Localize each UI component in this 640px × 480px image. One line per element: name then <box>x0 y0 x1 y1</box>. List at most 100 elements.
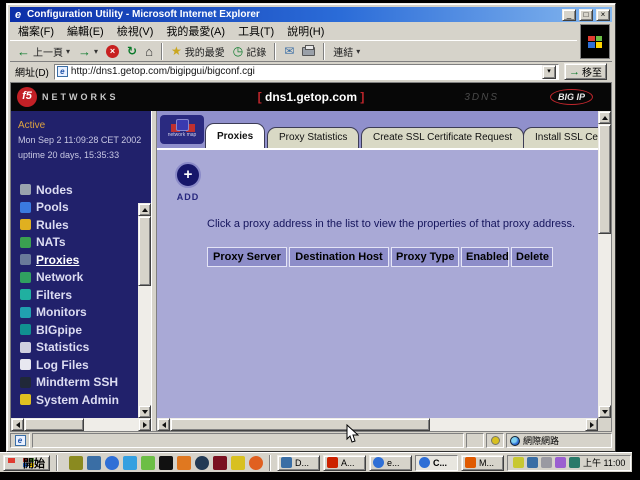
history-button[interactable]: ◷ 記錄 <box>230 42 269 61</box>
main-vertical-scrollbar[interactable] <box>598 111 611 418</box>
quicklaunch-icon-7[interactable] <box>177 456 191 470</box>
sidebar-item-nats[interactable]: NATs <box>20 234 138 252</box>
taskbar-window-button-4-active[interactable]: C... <box>415 455 458 471</box>
scroll-down-icon[interactable] <box>138 405 151 418</box>
scroll-down-icon[interactable] <box>598 405 611 418</box>
history-label: 記錄 <box>246 44 266 59</box>
menu-favorites[interactable]: 我的最愛(A) <box>166 23 225 39</box>
back-button[interactable]: ← 上一頁 ▾ <box>14 42 73 61</box>
quicklaunch-icon-4[interactable] <box>123 456 137 470</box>
tray-icon-3[interactable] <box>541 457 552 468</box>
home-button[interactable]: ⌂ <box>142 42 156 61</box>
sidebar-item-system-admin[interactable]: System Admin <box>20 391 138 409</box>
sidebar-item-log-files[interactable]: Log Files <box>20 356 138 374</box>
add-button[interactable]: + <box>175 162 201 188</box>
scrollbar-thumb[interactable] <box>598 124 611 234</box>
menu-edit[interactable]: 編輯(E) <box>67 23 104 39</box>
scroll-right-icon[interactable] <box>138 418 151 431</box>
maximize-button[interactable]: □ <box>579 9 593 21</box>
sidebar-item-statistics[interactable]: Statistics <box>20 339 138 357</box>
print-button[interactable] <box>299 42 318 61</box>
windows-logo-icon <box>588 36 602 48</box>
column-header-proxy-type[interactable]: Proxy Type <box>391 247 459 267</box>
favorites-button[interactable]: ★ 我的最愛 <box>168 42 228 61</box>
sidebar: Active Mon Sep 2 11:09:28 CET 2002 uptim… <box>11 111 151 418</box>
menu-file[interactable]: 檔案(F) <box>18 23 54 39</box>
network-map-button[interactable]: network map <box>160 115 204 144</box>
column-header-delete[interactable]: Delete <box>511 247 553 267</box>
quicklaunch-icon-6[interactable] <box>159 456 173 470</box>
scroll-left-icon[interactable] <box>11 418 24 431</box>
taskbar-window-button-1[interactable]: D... <box>277 455 320 471</box>
tray-icon-5[interactable] <box>569 457 580 468</box>
taskbar-window-button-2[interactable]: A... <box>323 455 366 471</box>
address-dropdown-icon[interactable]: ▾ <box>542 65 556 79</box>
sidebar-item-mindterm-ssh[interactable]: Mindterm SSH <box>20 374 138 392</box>
quicklaunch-icon-11[interactable] <box>249 456 263 470</box>
quicklaunch-icon-2[interactable] <box>87 456 101 470</box>
title-bar[interactable]: e Configuration Utility - Microsoft Inte… <box>10 7 612 22</box>
quicklaunch-icon-1[interactable] <box>69 456 83 470</box>
column-header-destination-host[interactable]: Destination Host <box>289 247 389 267</box>
sidebar-item-filters[interactable]: Filters <box>20 286 138 304</box>
menu-tools[interactable]: 工具(T) <box>238 23 274 39</box>
tab-create-ssl-certificate-request[interactable]: Create SSL Certificate Request <box>361 127 524 148</box>
menu-help[interactable]: 說明(H) <box>287 23 324 39</box>
close-button[interactable]: × <box>596 9 610 21</box>
tray-icon-1[interactable] <box>513 457 524 468</box>
mail-button[interactable]: ✉ <box>281 42 297 61</box>
sidebar-horizontal-scrollbar[interactable] <box>11 418 151 431</box>
quicklaunch-icon-10[interactable] <box>231 456 245 470</box>
app-icon <box>281 457 292 468</box>
app-icon <box>373 457 384 468</box>
sidebar-vertical-scrollbar[interactable] <box>138 203 151 418</box>
statistics-icon <box>20 342 31 353</box>
quicklaunch-icon-9[interactable] <box>213 456 227 470</box>
tab-proxy-statistics[interactable]: Proxy Statistics <box>267 127 359 148</box>
address-input[interactable] <box>71 66 539 77</box>
window-title: Configuration Utility - Microsoft Intern… <box>27 9 559 20</box>
scrollbar-thumb[interactable] <box>170 418 430 431</box>
main-horizontal-scrollbar[interactable] <box>157 418 598 431</box>
stop-button[interactable]: × <box>103 42 122 61</box>
monitors-icon <box>20 307 31 318</box>
quicklaunch-icon-3[interactable] <box>105 456 119 470</box>
tab-install-ssl-certificate[interactable]: Install SSL Certif <box>523 127 598 148</box>
back-dropdown-icon: ▾ <box>66 47 70 56</box>
links-label: 連結 <box>333 44 353 59</box>
go-button[interactable]: → 移至 <box>564 63 607 80</box>
sidebar-item-bigpipe[interactable]: BIGpipe <box>20 321 138 339</box>
sidebar-item-proxies[interactable]: Proxies <box>20 251 138 269</box>
quicklaunch-icon-8[interactable] <box>195 456 209 470</box>
sidebar-item-pools[interactable]: Pools <box>20 199 138 217</box>
start-button[interactable]: 開始 <box>3 455 50 471</box>
taskbar-window-button-3[interactable]: e... <box>369 455 412 471</box>
quicklaunch-icon-5[interactable] <box>141 456 155 470</box>
mindterm-ssh-icon <box>20 377 31 388</box>
toolbar-separator <box>274 43 276 60</box>
sidebar-item-rules[interactable]: Rules <box>20 216 138 234</box>
scrollbar-thumb[interactable] <box>24 418 84 431</box>
forward-button[interactable]: → ▾ <box>75 42 101 61</box>
address-bar: 網址(D) e ▾ → 移至 <box>10 61 612 81</box>
column-header-enabled[interactable]: Enabled <box>461 247 509 267</box>
tray-icon-2[interactable] <box>527 457 538 468</box>
scroll-left-icon[interactable] <box>157 418 170 431</box>
scroll-right-icon[interactable] <box>585 418 598 431</box>
tab-proxies[interactable]: Proxies <box>205 123 265 148</box>
refresh-button[interactable]: ↻ <box>124 42 140 61</box>
taskbar-window-button-5[interactable]: M... <box>461 455 504 471</box>
tray-icon-4[interactable] <box>555 457 566 468</box>
sidebar-item-network[interactable]: Network <box>20 269 138 287</box>
forward-icon: → <box>78 44 91 59</box>
favorites-icon: ★ <box>171 44 182 58</box>
scroll-up-icon[interactable] <box>138 203 151 216</box>
column-header-proxy-server[interactable]: Proxy Server <box>207 247 287 267</box>
sidebar-item-nodes[interactable]: Nodes <box>20 181 138 199</box>
minimize-button[interactable]: _ <box>562 9 576 21</box>
scroll-up-icon[interactable] <box>598 111 611 124</box>
sidebar-item-monitors[interactable]: Monitors <box>20 304 138 322</box>
links-bar[interactable]: 連結 ▾ <box>330 42 363 61</box>
menu-view[interactable]: 檢視(V) <box>117 23 154 39</box>
scrollbar-thumb[interactable] <box>138 216 151 286</box>
